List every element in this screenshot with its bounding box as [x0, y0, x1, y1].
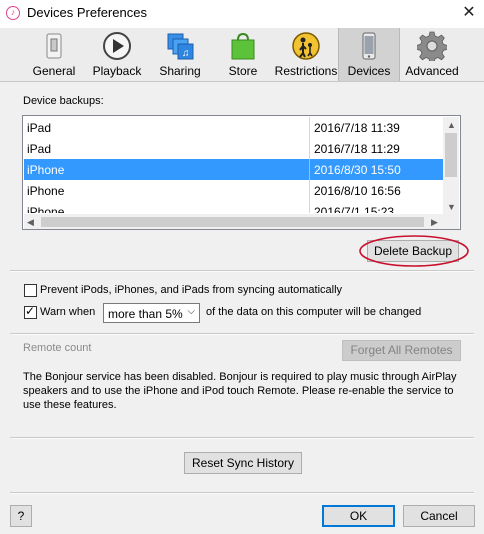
tab-label: General	[32, 64, 76, 78]
select-value: more than 5%	[108, 307, 183, 321]
close-button[interactable]: ✕	[456, 2, 482, 24]
backup-device-name: iPhone	[27, 184, 65, 198]
prevent-sync-label: Prevent iPods, iPhones, and iPads from s…	[40, 284, 343, 296]
tab-label: Restrictions	[274, 64, 338, 78]
play-icon	[103, 32, 131, 60]
tab-devices[interactable]: Devices	[338, 28, 400, 81]
divider	[10, 492, 474, 494]
ok-button[interactable]: OK	[322, 505, 395, 527]
scroll-left-icon[interactable]: ◀	[27, 217, 34, 227]
list-item[interactable]: iPad 2016/7/18 11:39	[24, 117, 443, 138]
tab-label: Advanced	[405, 64, 459, 78]
divider	[10, 333, 474, 335]
parental-controls-icon	[292, 32, 320, 60]
warn-suffix: of the data on this computer will be cha…	[206, 306, 422, 318]
backup-date: 2016/7/1 15:23	[314, 205, 395, 213]
annotation-circle	[359, 235, 469, 267]
scroll-up-icon[interactable]: ▲	[447, 120, 456, 130]
itunes-icon: ♪	[6, 6, 20, 20]
vertical-scroll-thumb[interactable]	[445, 133, 457, 177]
close-icon: ✕	[462, 4, 476, 21]
tab-restrictions[interactable]: Restrictions	[274, 28, 338, 81]
scroll-right-icon[interactable]: ▶	[431, 217, 438, 227]
warn-threshold-select[interactable]: more than 5% ⌵	[103, 303, 200, 323]
scroll-corner	[443, 213, 459, 229]
gear-icon	[417, 31, 447, 61]
backup-date: 2016/8/30 15:50	[314, 163, 401, 177]
backup-device-name: iPhone	[27, 163, 65, 177]
list-item[interactable]: iPad 2016/7/18 11:29	[24, 138, 443, 159]
help-button[interactable]: ?	[10, 505, 32, 527]
list-item[interactable]: iPhone 2016/8/10 16:56	[24, 180, 443, 201]
warn-label: Warn when	[40, 306, 96, 318]
column-divider	[309, 138, 310, 159]
horizontal-scroll-thumb[interactable]	[41, 217, 424, 227]
forget-all-remotes-button[interactable]: Forget All Remotes	[342, 340, 461, 361]
backup-date: 2016/7/18 11:39	[314, 121, 400, 135]
phone-icon	[362, 32, 376, 60]
reset-sync-history-button[interactable]: Reset Sync History	[184, 452, 302, 474]
bonjour-message: The Bonjour service has been disabled. B…	[23, 371, 457, 411]
tab-label: Playback	[92, 64, 142, 78]
scroll-down-icon[interactable]: ▼	[447, 202, 456, 212]
tab-advanced[interactable]: Advanced	[402, 28, 462, 81]
chevron-down-icon: ⌵	[187, 306, 195, 317]
backup-list[interactable]: iPad 2016/7/18 11:39 iPad 2016/7/18 11:2…	[22, 115, 461, 230]
switch-icon	[46, 33, 62, 59]
backup-device-name: iPad	[27, 121, 52, 135]
column-divider	[309, 201, 310, 213]
svg-text:♫: ♫	[182, 48, 190, 59]
tab-playback[interactable]: Playback	[88, 28, 146, 81]
column-divider	[309, 159, 310, 180]
backup-device-name: iPad	[27, 142, 52, 156]
tab-label: Store	[228, 64, 258, 78]
divider	[10, 437, 474, 439]
list-item[interactable]: iPhone 2016/7/1 15:23	[24, 201, 443, 213]
backup-date: 2016/8/10 16:56	[314, 184, 401, 198]
tab-label: Sharing	[159, 64, 201, 78]
remote-count-label: Remote count	[23, 342, 92, 354]
backup-device-name: iPhone	[27, 205, 65, 213]
tab-sharing[interactable]: ♫ Sharing	[154, 28, 206, 81]
shopping-bag-icon	[231, 32, 255, 60]
warn-checkbox[interactable]	[24, 304, 37, 319]
tab-store[interactable]: Store	[218, 28, 268, 81]
column-divider	[309, 180, 310, 201]
divider	[10, 270, 474, 272]
tab-label: Devices	[347, 64, 391, 78]
list-item-selected[interactable]: iPhone 2016/8/30 15:50	[24, 159, 443, 180]
prevent-sync-checkbox[interactable]	[24, 284, 37, 297]
column-divider	[309, 117, 310, 138]
device-backups-heading: Device backups:	[23, 95, 104, 107]
tab-general[interactable]: General	[28, 28, 80, 81]
backup-date: 2016/7/18 11:29	[314, 142, 400, 156]
shared-library-icon: ♫	[167, 33, 194, 60]
window-title: Devices Preferences	[27, 5, 147, 20]
cancel-button[interactable]: Cancel	[403, 505, 475, 527]
